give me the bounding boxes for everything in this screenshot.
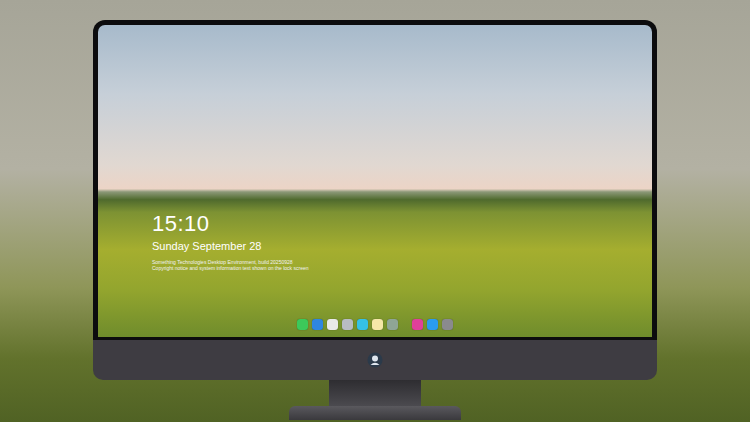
dock-app-icon[interactable]: [312, 319, 323, 330]
monitor-base: [289, 406, 461, 420]
monitor-bezel: 15:10 Sunday September 28 Something Techno…: [93, 20, 657, 340]
lock-notes: Something Technologies Desktop Environme…: [152, 259, 652, 271]
dock-app-icon[interactable]: [327, 319, 338, 330]
clock-block: 15:10 Sunday September 28 Something Techno…: [98, 211, 652, 271]
monitor-chin: [93, 340, 657, 380]
clock-date: Sunday September 28: [152, 239, 652, 253]
clock-time: 15:10: [152, 211, 652, 237]
dock-app-icon[interactable]: [442, 319, 453, 330]
dock-app-icon[interactable]: [427, 319, 438, 330]
lock-note: Copyright notice and system information …: [152, 265, 652, 271]
lock-note: Something Technologies Desktop Environme…: [152, 259, 652, 265]
dock-app-icon[interactable]: [372, 319, 383, 330]
dock-app-icon[interactable]: [387, 319, 398, 330]
dock-separator: [402, 319, 408, 330]
dock: [293, 317, 457, 332]
brand-logo-icon: [367, 352, 383, 368]
mockup-scene: 15:10 Sunday September 28 Something Techno…: [0, 0, 750, 422]
monitor: 15:10 Sunday September 28 Something Techno…: [93, 20, 657, 422]
dock-app-icon[interactable]: [342, 319, 353, 330]
dock-app-icon[interactable]: [412, 319, 423, 330]
lock-screen: 15:10 Sunday September 28 Something Techno…: [98, 25, 652, 337]
monitor-neck: [329, 380, 421, 406]
dock-app-icon[interactable]: [297, 319, 308, 330]
dock-app-icon[interactable]: [357, 319, 368, 330]
